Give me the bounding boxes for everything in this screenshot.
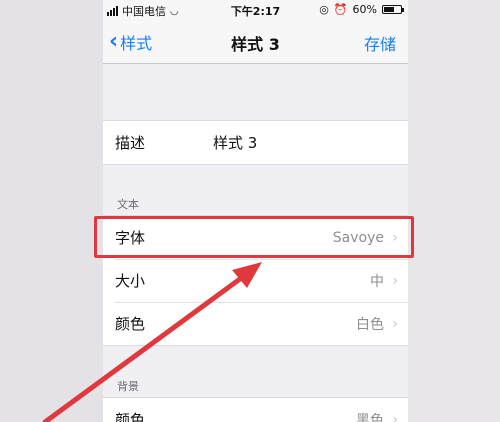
background-color-label: 颜色 — [115, 411, 146, 422]
background-section-header: 背景 — [117, 380, 139, 393]
description-label: 描述 — [115, 134, 146, 152]
alarm-icon: ⏰ — [333, 3, 348, 16]
battery-percent: 60% — [352, 3, 377, 16]
size-label: 大小 — [115, 272, 146, 290]
text-color-row[interactable]: 颜色 白色 › — [103, 302, 408, 345]
battery-icon — [382, 5, 404, 14]
background-color-value: 黑色 — [356, 412, 384, 422]
highlight-box — [94, 216, 414, 258]
chevron-right-icon: › — [392, 272, 398, 289]
description-group: 描述 样式 3 — [103, 120, 408, 165]
lock-rotation-icon: ◎ — [319, 3, 329, 16]
background-left — [0, 0, 103, 422]
background-right — [408, 0, 500, 422]
status-bar: 中国电信 ◡ 下午2:17 ◎ ⏰ 60% — [103, 0, 408, 20]
text-color-value: 白色 — [356, 316, 384, 333]
text-color-label: 颜色 — [115, 315, 146, 333]
page-title: 样式 3 — [231, 35, 280, 54]
save-button[interactable]: 存储 — [364, 31, 396, 55]
text-section-header: 文本 — [117, 198, 139, 211]
status-right: ◎ ⏰ 60% — [319, 3, 404, 16]
size-value: 中 — [370, 273, 384, 290]
chevron-right-icon: › — [392, 315, 398, 332]
navigation-bar: ‹ 样式 样式 3 存储 — [103, 20, 408, 64]
description-row[interactable]: 描述 样式 3 — [103, 121, 408, 164]
description-value: 样式 3 — [213, 134, 258, 152]
phone-screen: 中国电信 ◡ 下午2:17 ◎ ⏰ 60% ‹ 样式 样式 3 存储 描述 样式… — [103, 0, 408, 422]
background-group: 颜色 黑色 › — [103, 397, 408, 422]
size-row[interactable]: 大小 中 › — [103, 259, 408, 302]
background-color-row[interactable]: 颜色 黑色 › — [103, 398, 408, 422]
chevron-right-icon: › — [392, 411, 398, 422]
